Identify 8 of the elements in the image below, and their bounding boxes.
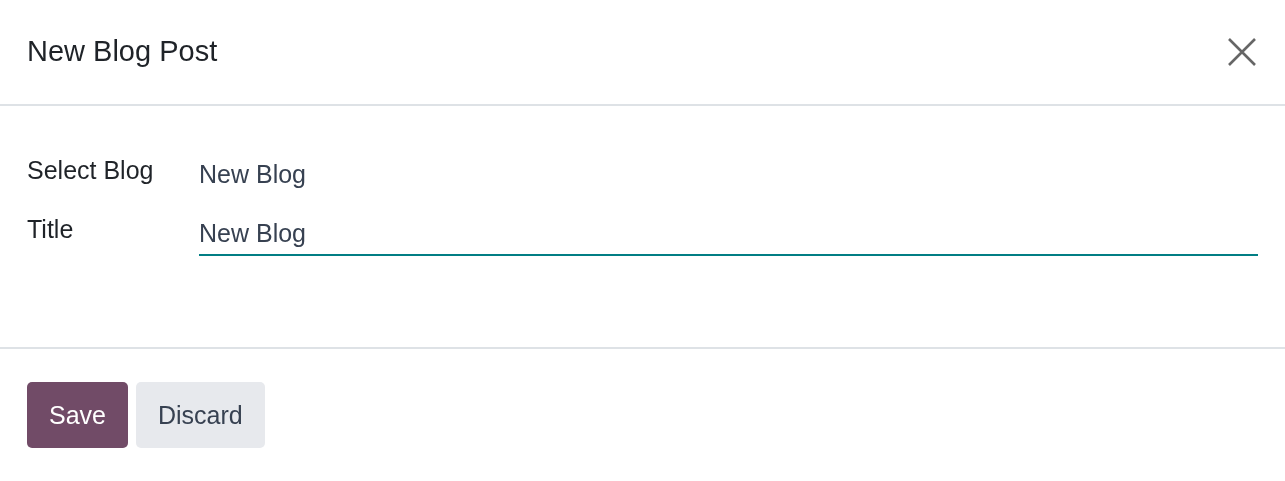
field-label: Select Blog: [27, 155, 155, 186]
close-icon: [1227, 36, 1257, 67]
field-value: New Blog: [199, 159, 307, 190]
field-label: Title: [27, 214, 75, 245]
title-input[interactable]: New Blog: [199, 218, 1258, 256]
dialog-title: New Blog Post: [27, 35, 218, 69]
save-button[interactable]: Save: [27, 382, 128, 448]
discard-button[interactable]: Discard: [136, 382, 265, 448]
